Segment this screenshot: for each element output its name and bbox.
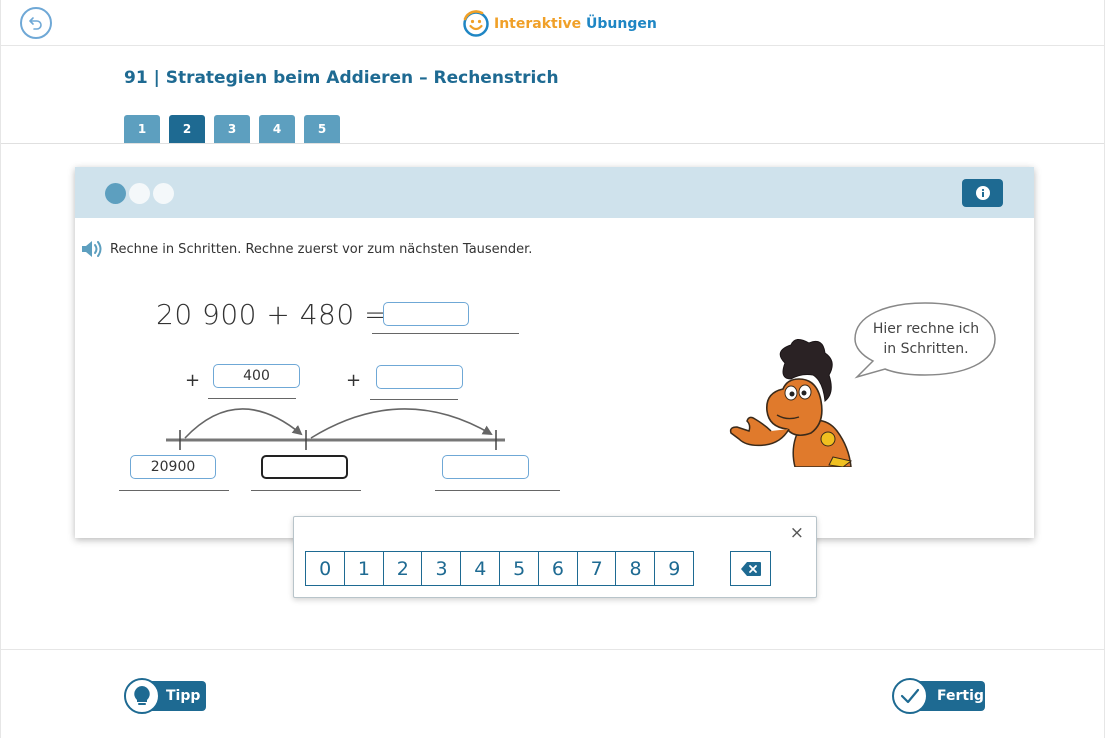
done-button[interactable]: Fertig [892, 678, 985, 714]
equation-text: 20 900 + 480 = [156, 298, 389, 331]
close-numpad-button[interactable]: × [790, 523, 804, 543]
app-logo: Interaktive Übungen [462, 10, 657, 38]
back-button[interactable] [20, 7, 52, 39]
numberline-start-underline [119, 490, 229, 491]
step2-operator: + [346, 370, 362, 391]
tab-3[interactable]: 3 [214, 115, 250, 143]
info-button[interactable] [962, 179, 1003, 207]
step1-operator: + [185, 370, 201, 391]
tab-4[interactable]: 4 [259, 115, 295, 143]
numpad-key-2[interactable]: 2 [382, 551, 423, 586]
numberline-start-input[interactable]: 20900 [130, 455, 216, 479]
top-bar: Interaktive Übungen [1, 0, 1104, 46]
tab-1[interactable]: 1 [124, 115, 160, 143]
exercise-tabs: 1 2 3 4 5 [124, 115, 340, 143]
tip-label: Tipp [166, 688, 201, 704]
speaker-icon[interactable] [81, 240, 103, 258]
exercise-title: 91 | Strategien beim Addieren – Rechenst… [124, 68, 559, 88]
progress-dot-2 [129, 183, 150, 204]
numpad-key-4[interactable]: 4 [460, 551, 501, 586]
instruction-row: Rechne in Schritten. Rechne zuerst vor z… [81, 240, 532, 258]
tab-2[interactable]: 2 [169, 115, 205, 143]
tab-5[interactable]: 5 [304, 115, 340, 143]
numberline-end-underline [435, 490, 560, 491]
result-input[interactable] [383, 302, 469, 326]
dragon-mascot-image [729, 339, 853, 467]
logo-text-part1: Interaktive [494, 16, 582, 32]
instruction-text: Rechne in Schritten. Rechne zuerst vor z… [110, 241, 533, 257]
step2-input[interactable] [376, 365, 463, 389]
done-label: Fertig [937, 688, 984, 704]
numpad-key-9[interactable]: 9 [654, 551, 695, 586]
logo-text-part2: Übungen [586, 16, 657, 32]
numpad-key-1[interactable]: 1 [343, 551, 385, 586]
smiley-logo-icon [463, 10, 489, 37]
numpad-key-7[interactable]: 7 [576, 551, 617, 586]
number-line [166, 408, 505, 450]
numpad-key-8[interactable]: 8 [615, 551, 656, 586]
info-icon [975, 186, 990, 200]
backspace-button[interactable] [730, 551, 771, 586]
footer-divider [1, 649, 1104, 650]
progress-dot-3 [153, 183, 174, 204]
lightbulb-icon [134, 686, 150, 705]
numpad-key-6[interactable]: 6 [537, 551, 579, 586]
backspace-icon [740, 561, 761, 576]
checkmark-icon [900, 688, 920, 704]
numpad-key-5[interactable]: 5 [498, 551, 540, 586]
exercise-page: Interaktive Übungen 91 | Strategien beim… [0, 0, 1105, 738]
tabs-divider [1, 143, 1104, 144]
card-header [75, 167, 1034, 218]
result-underline [372, 333, 519, 334]
speech-text: Hier rechne ich in Schritten. [872, 321, 980, 357]
numberline-mid-input[interactable] [261, 455, 348, 479]
numpad-keys: 0 1 2 3 4 5 6 7 8 9 [305, 551, 695, 586]
step1-input[interactable]: 400 [213, 364, 300, 388]
done-icon-circle [892, 678, 928, 714]
numberline-mid-underline [251, 490, 361, 491]
tip-icon-circle [124, 678, 160, 714]
task-card: Rechne in Schritten. Rechne zuerst vor z… [75, 167, 1034, 538]
numberline-end-input[interactable] [442, 455, 529, 479]
number-pad: × 0 1 2 3 4 5 6 7 8 9 [293, 516, 817, 598]
logo-text: Interaktive Übungen [494, 16, 657, 32]
numpad-key-3[interactable]: 3 [421, 551, 462, 586]
tip-button[interactable]: Tipp [124, 678, 206, 714]
numpad-key-0[interactable]: 0 [305, 551, 346, 586]
back-arrow-icon [29, 17, 42, 30]
progress-dot-1 [105, 183, 126, 204]
